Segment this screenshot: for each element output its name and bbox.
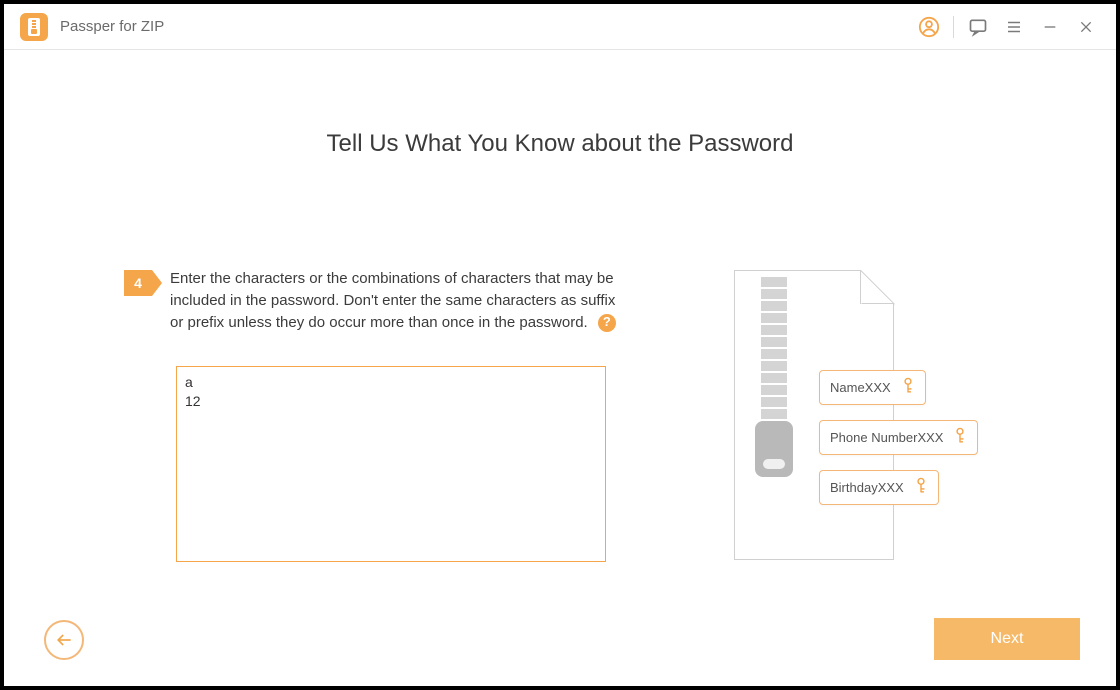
key-icon: [953, 427, 967, 448]
hint-tag-label: NameXXX: [830, 380, 891, 395]
content-area: Tell Us What You Know about the Password…: [4, 50, 1116, 686]
app-title: Passper for ZIP: [60, 18, 164, 35]
close-button[interactable]: [1068, 9, 1104, 45]
hint-tag-label: Phone NumberXXX: [830, 430, 943, 445]
instruction-text: Enter the characters or the combinations…: [170, 270, 615, 331]
minimize-button[interactable]: [1032, 9, 1068, 45]
app-window: Passper for ZIP Tell Us What You Know ab…: [4, 4, 1116, 686]
step-number-badge: 4: [124, 270, 152, 296]
feedback-icon[interactable]: [960, 9, 996, 45]
separator: [953, 16, 954, 38]
key-icon: [901, 377, 915, 398]
document-graphic: [734, 270, 894, 560]
hint-tag-label: BirthdayXXX: [830, 480, 904, 495]
step-instruction: Enter the characters or the combinations…: [170, 268, 624, 333]
illustration: NameXXX Phone NumberXXX BirthdayXXX: [724, 270, 1004, 570]
hint-tag: NameXXX: [819, 370, 926, 405]
key-icon: [914, 477, 928, 498]
account-icon[interactable]: [911, 9, 947, 45]
next-button[interactable]: Next: [934, 618, 1080, 660]
help-icon[interactable]: ?: [598, 314, 616, 332]
hint-tag: BirthdayXXX: [819, 470, 939, 505]
characters-input[interactable]: [176, 366, 606, 562]
page-heading: Tell Us What You Know about the Password: [4, 130, 1116, 158]
step-row: 4 Enter the characters or the combinatio…: [124, 268, 624, 333]
app-logo-icon: [20, 13, 48, 41]
zipper-icon: [755, 421, 793, 477]
menu-icon[interactable]: [996, 9, 1032, 45]
title-bar: Passper for ZIP: [4, 4, 1116, 50]
back-button[interactable]: [44, 620, 84, 660]
hint-tag: Phone NumberXXX: [819, 420, 978, 455]
